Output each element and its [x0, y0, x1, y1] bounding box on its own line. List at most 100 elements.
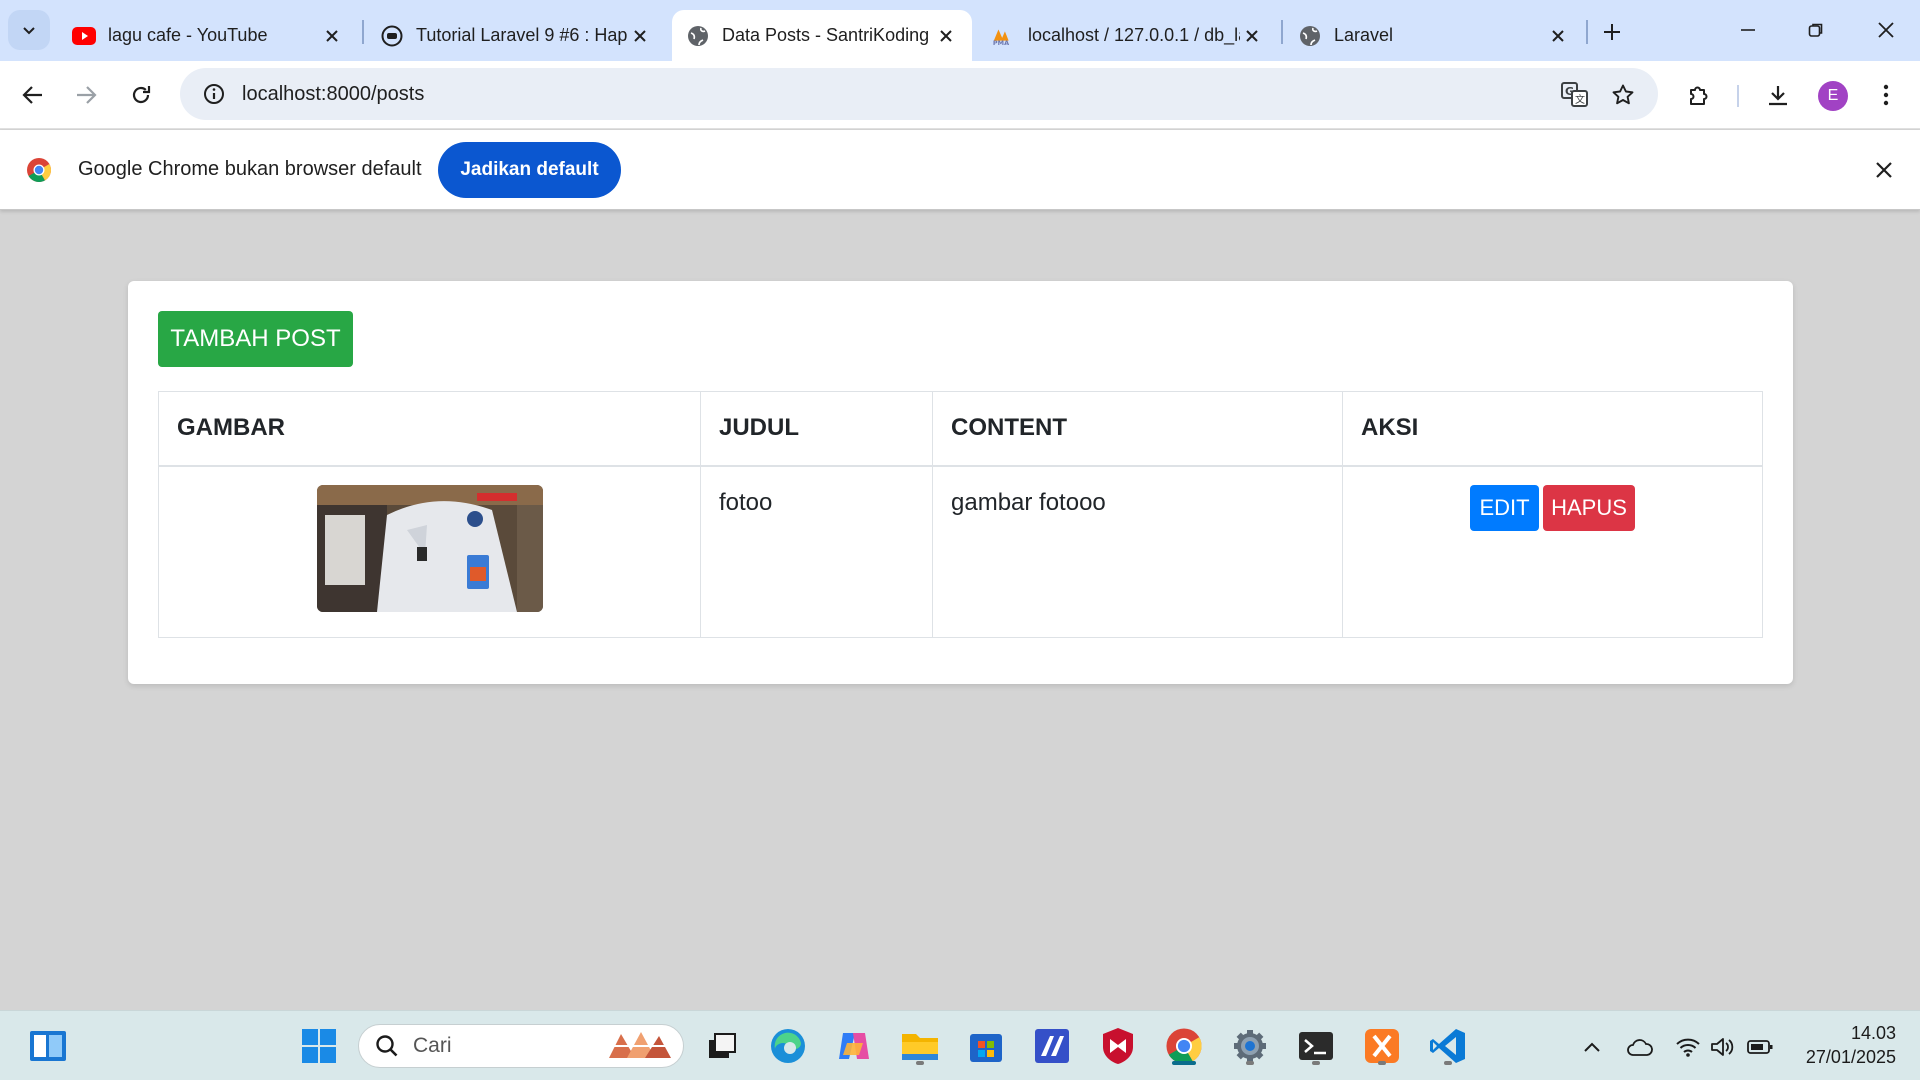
wifi-tray[interactable] [1674, 1033, 1702, 1061]
azure-app[interactable] [1030, 1024, 1074, 1068]
widgets-icon [30, 1031, 66, 1061]
tab-separator [362, 20, 364, 44]
chrome-logo-icon [27, 158, 52, 183]
url-text[interactable]: localhost:8000/posts [242, 83, 424, 106]
tab-title: Tutorial Laravel 9 #6 : Hapus [416, 25, 628, 45]
running-indicator [1312, 1061, 1320, 1065]
table-row: fotoo gambar fotooo EDIT HAPUS [158, 465, 1763, 638]
translate-icon: G文 [1561, 82, 1588, 107]
default-browser-infobar: Google Chrome bukan browser default Jadi… [0, 130, 1920, 210]
chevron-down-icon [23, 27, 35, 35]
new-tab-button[interactable] [1594, 14, 1630, 50]
battery-icon [1747, 1040, 1773, 1054]
tab-youtube[interactable]: lagu cafe - YouTube [58, 10, 358, 61]
clock-date: 27/01/2025 [1805, 1047, 1896, 1067]
tab-phpmyadmin[interactable]: PMA localhost / 127.0.0.1 / db_laravel [978, 10, 1278, 61]
posts-card: TAMBAH POST GAMBAR JUDUL CONTENT AKSI fo… [128, 281, 1793, 684]
windows-taskbar: Cari 14.03 27/01/2025 [0, 1010, 1920, 1080]
close-icon[interactable] [1546, 24, 1570, 48]
star-icon [1612, 84, 1634, 105]
close-icon[interactable] [628, 24, 652, 48]
restore-button[interactable] [1786, 8, 1846, 52]
content-cell: gambar fotooo [932, 465, 1343, 638]
copilot-app[interactable] [832, 1024, 876, 1068]
active-indicator [1172, 1061, 1196, 1065]
edge-icon [771, 1029, 805, 1063]
chrome-app[interactable] [1162, 1024, 1206, 1068]
store-app[interactable] [964, 1024, 1008, 1068]
address-bar[interactable]: localhost:8000/posts [180, 68, 1658, 120]
phpmyadmin-icon: PMA [992, 24, 1016, 48]
xampp-app[interactable] [1360, 1024, 1404, 1068]
back-button[interactable] [11, 73, 55, 117]
running-indicator [1246, 1061, 1254, 1065]
minimize-button[interactable] [1718, 8, 1778, 52]
profile-avatar[interactable]: E [1818, 81, 1848, 111]
posts-table: GAMBAR JUDUL CONTENT AKSI fotoo gambar f… [158, 391, 1763, 638]
site-info-icon[interactable] [190, 70, 238, 118]
edit-button[interactable]: EDIT [1470, 484, 1539, 531]
menu-button[interactable] [1866, 75, 1906, 115]
store-icon [970, 1034, 1002, 1062]
tab-laravel[interactable]: Laravel [1284, 10, 1584, 61]
tab-separator [1281, 20, 1283, 44]
arrow-right-icon [77, 86, 97, 104]
start-button[interactable] [297, 1024, 341, 1068]
close-icon[interactable] [1240, 24, 1264, 48]
windows-logo-icon [302, 1029, 336, 1063]
downloads-button[interactable] [1758, 75, 1798, 115]
task-view-button[interactable] [700, 1024, 744, 1068]
close-icon[interactable] [320, 24, 344, 48]
bookmark-button[interactable] [1603, 75, 1643, 115]
tab-tutorial-laravel[interactable]: Tutorial Laravel 9 #6 : Hapus [366, 10, 666, 61]
cloud-icon [1627, 1039, 1653, 1056]
vscode-icon [1430, 1029, 1465, 1063]
azure-data-studio-icon [1035, 1029, 1069, 1063]
tab-title: Laravel [1334, 25, 1394, 45]
system-clock[interactable]: 14.03 27/01/2025 [1780, 1021, 1896, 1069]
tab-data-posts[interactable]: Data Posts - SantriKoding [672, 10, 972, 61]
terminal-app[interactable] [1294, 1024, 1338, 1068]
close-window-button[interactable] [1856, 8, 1916, 52]
task-view-icon [709, 1033, 736, 1058]
forward-button[interactable] [64, 73, 108, 117]
settings-app[interactable] [1228, 1024, 1272, 1068]
vscode-app[interactable] [1426, 1024, 1470, 1068]
battery-tray[interactable] [1746, 1033, 1774, 1061]
svg-text:文: 文 [1575, 93, 1585, 106]
column-header-gambar: GAMBAR [158, 391, 701, 467]
youtube-icon [72, 24, 96, 48]
search-highlight-icon [609, 1032, 671, 1058]
delete-button[interactable]: HAPUS [1543, 484, 1635, 531]
edge-app[interactable] [766, 1024, 810, 1068]
translate-button[interactable]: G文 [1555, 75, 1595, 115]
search-placeholder: Cari [413, 1034, 452, 1057]
show-hidden-icons[interactable] [1578, 1033, 1606, 1061]
globe-icon [686, 24, 710, 48]
reload-icon [132, 86, 151, 104]
infobar-close-button[interactable] [1868, 154, 1900, 186]
taskbar-search[interactable]: Cari [358, 1024, 684, 1068]
column-header-judul: JUDUL [700, 391, 933, 467]
more-vert-icon [1883, 84, 1889, 106]
clock-time: 14.03 [1850, 1023, 1896, 1043]
globe-icon [1298, 24, 1322, 48]
speaker-icon [1711, 1038, 1734, 1056]
add-post-button[interactable]: TAMBAH POST [158, 311, 353, 367]
file-explorer-app[interactable] [898, 1024, 942, 1068]
close-icon [1878, 22, 1894, 38]
volume-tray[interactable] [1708, 1033, 1736, 1061]
running-indicator [1378, 1061, 1386, 1065]
tab-separator [1586, 20, 1588, 44]
set-default-button[interactable]: Jadikan default [438, 142, 621, 198]
onedrive-tray[interactable] [1626, 1033, 1654, 1061]
tab-title: localhost / 127.0.0.1 / db_laravel [1028, 25, 1240, 45]
widgets-button[interactable] [26, 1024, 70, 1068]
reload-button[interactable] [119, 73, 163, 117]
extensions-button[interactable] [1679, 75, 1719, 115]
mcafee-app[interactable] [1096, 1024, 1140, 1068]
plus-icon [1604, 24, 1620, 40]
tab-search-button[interactable] [8, 10, 50, 50]
copilot-icon [839, 1033, 869, 1059]
close-icon[interactable] [934, 24, 958, 48]
